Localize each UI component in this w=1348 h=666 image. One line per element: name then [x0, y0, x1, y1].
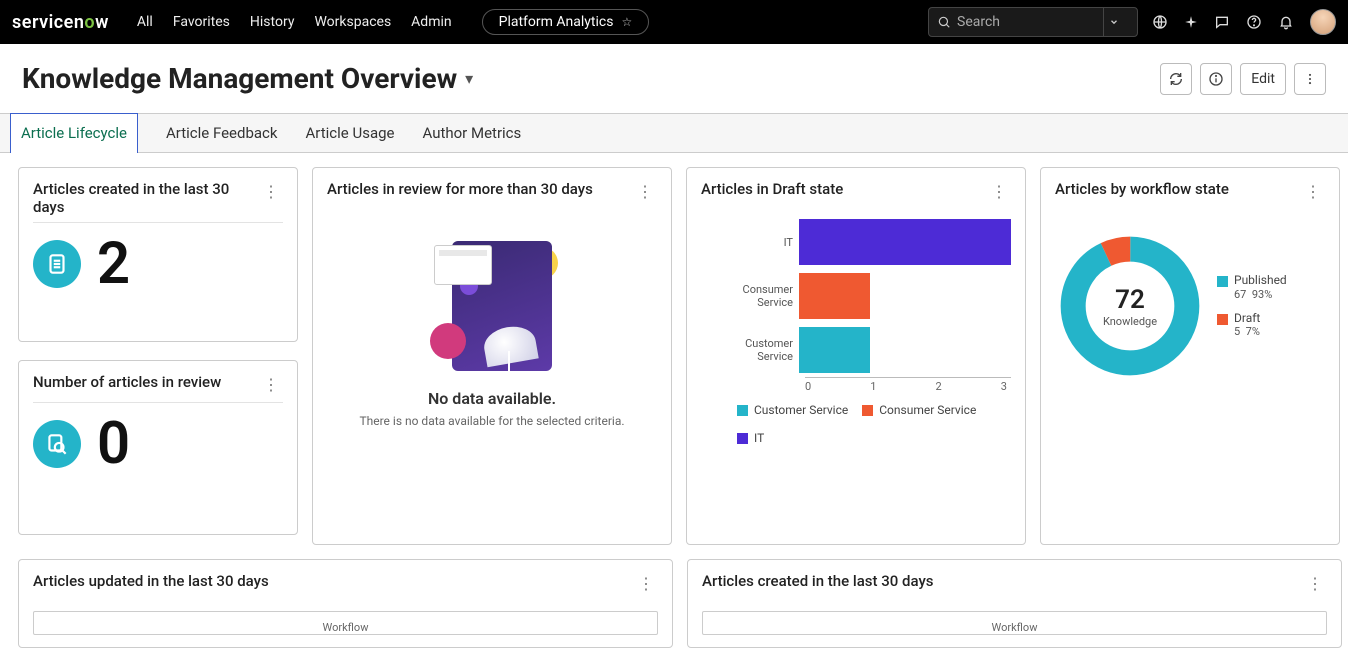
bar-label: IT	[709, 236, 799, 249]
nav-history[interactable]: History	[250, 14, 295, 30]
card-menu[interactable]: ⋮	[259, 373, 283, 396]
logo[interactable]: servicenow	[12, 12, 109, 33]
card-review-30: Articles in review for more than 30 days…	[312, 167, 672, 545]
card-title: Articles in review for more than 30 days	[327, 180, 593, 198]
review-icon	[33, 420, 81, 468]
donut-total: 72	[1115, 285, 1145, 315]
card-menu[interactable]: ⋮	[633, 180, 657, 203]
card-review-count: Number of articles in review ⋮ 0	[18, 360, 298, 535]
bar-it[interactable]	[799, 219, 1011, 265]
card-menu[interactable]: ⋮	[259, 180, 283, 203]
sparkle-icon[interactable]	[1184, 15, 1198, 29]
tab-article-lifecycle[interactable]: Article Lifecycle	[10, 113, 138, 153]
edit-button[interactable]: Edit	[1240, 63, 1286, 95]
avatar[interactable]	[1310, 9, 1336, 35]
tab-article-feedback[interactable]: Article Feedback	[166, 114, 278, 152]
legend-item[interactable]: Draft 5 7%	[1217, 311, 1287, 339]
legend-item[interactable]: IT	[737, 431, 764, 445]
nav-all[interactable]: All	[137, 14, 153, 30]
card-menu[interactable]: ⋮	[1301, 180, 1325, 203]
workflow-column-header: Workflow	[702, 611, 1327, 635]
card-title: Articles in Draft state	[701, 180, 843, 198]
card-title: Articles created in the last 30 days	[702, 572, 934, 590]
nodata-subtitle: There is no data available for the selec…	[327, 414, 657, 428]
refresh-button[interactable]	[1160, 63, 1192, 95]
nav-workspaces[interactable]: Workspaces	[314, 14, 391, 30]
donut-label: Knowledge	[1103, 315, 1157, 328]
global-search[interactable]: Search	[928, 7, 1138, 37]
card-menu[interactable]: ⋮	[987, 180, 1011, 203]
overflow-button[interactable]	[1294, 63, 1326, 95]
bar-label: Consumer Service	[709, 283, 799, 309]
nodata-title: No data available.	[327, 389, 657, 408]
legend-item[interactable]: Published 67 93%	[1217, 273, 1287, 301]
tab-article-usage[interactable]: Article Usage	[306, 114, 395, 152]
card-created-30: Articles created in the last 30 days ⋮ 2	[18, 167, 298, 342]
nav-favorites[interactable]: Favorites	[173, 14, 230, 30]
info-icon	[1208, 71, 1224, 87]
donut-legend: Published 67 93% Draft 5 7%	[1217, 273, 1287, 338]
chevron-down-icon	[1109, 17, 1119, 27]
legend: Customer Service Consumer Service IT	[701, 403, 1011, 445]
help-icon[interactable]	[1246, 14, 1262, 30]
primary-nav: All Favorites History Workspaces Admin	[137, 14, 452, 30]
star-icon[interactable]: ☆	[621, 15, 632, 29]
nav-admin[interactable]: Admin	[411, 14, 451, 30]
topbar: servicenow All Favorites History Workspa…	[0, 0, 1348, 44]
bar-label: Customer Service	[709, 337, 799, 363]
bell-icon[interactable]	[1278, 14, 1294, 30]
bar-customer-service[interactable]	[799, 327, 870, 373]
card-title: Articles by workflow state	[1055, 180, 1229, 198]
card-draft-state: Articles in Draft state ⋮ IT Consumer Se…	[686, 167, 1026, 545]
legend-item[interactable]: Customer Service	[737, 403, 848, 417]
page-header: Knowledge Management Overview ▾ Edit	[0, 44, 1348, 113]
document-icon	[33, 240, 81, 288]
card-updated-30: Articles updated in the last 30 days ⋮ W…	[18, 559, 673, 648]
card-menu[interactable]: ⋮	[1303, 572, 1327, 595]
search-dropdown[interactable]	[1103, 7, 1129, 37]
refresh-icon	[1168, 71, 1184, 87]
tabs: Article Lifecycle Article Feedback Artic…	[0, 113, 1348, 153]
donut-chart[interactable]: 72 Knowledge	[1055, 231, 1205, 381]
legend-item[interactable]: Consumer Service	[862, 403, 976, 417]
card-title: Articles updated in the last 30 days	[33, 572, 269, 590]
page-title: Knowledge Management Overview	[22, 62, 457, 95]
info-button[interactable]	[1200, 63, 1232, 95]
bar-chart: IT Consumer Service Customer Service 0 1…	[701, 209, 1011, 393]
search-placeholder: Search	[957, 14, 1000, 30]
metric-value: 0	[97, 415, 130, 473]
card-by-workflow: Articles by workflow state ⋮ 72 Knowledg…	[1040, 167, 1340, 545]
chat-icon[interactable]	[1214, 14, 1230, 30]
tab-author-metrics[interactable]: Author Metrics	[422, 114, 521, 152]
bar-consumer-service[interactable]	[799, 273, 870, 319]
card-menu[interactable]: ⋮	[634, 572, 658, 595]
card-title: Number of articles in review	[33, 373, 221, 391]
globe-icon[interactable]	[1152, 14, 1168, 30]
card-created-30b: Articles created in the last 30 days ⋮ W…	[687, 559, 1342, 648]
card-title: Articles created in the last 30 days	[33, 180, 259, 216]
search-icon	[937, 15, 951, 29]
nodata-illustration	[412, 221, 572, 381]
scope-chip[interactable]: Platform Analytics ☆	[482, 9, 650, 35]
vertical-dots-icon	[1303, 72, 1317, 86]
title-dropdown-icon[interactable]: ▾	[465, 69, 473, 88]
metric-value: 2	[97, 235, 130, 293]
scope-chip-label: Platform Analytics	[499, 14, 614, 30]
x-axis: 0 1 2 3	[805, 377, 1011, 393]
workflow-column-header: Workflow	[33, 611, 658, 635]
